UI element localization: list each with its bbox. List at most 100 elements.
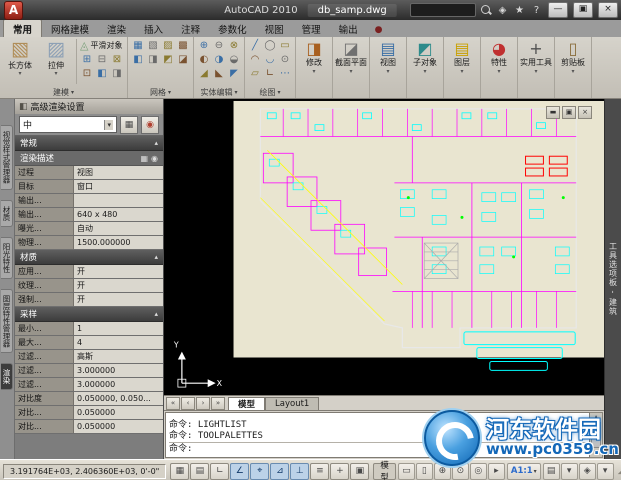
tool-icon[interactable]: ⊙ xyxy=(278,53,292,66)
render-description-header[interactable]: 渲染描述 ▦ ◉ xyxy=(15,151,163,166)
prev-layout-button[interactable]: ‹ xyxy=(181,397,195,410)
ribbon-tab[interactable]: 网格建模 xyxy=(42,20,98,37)
doc-restore-button[interactable]: ▣ xyxy=(562,106,576,119)
help-icon[interactable]: ? xyxy=(530,5,543,16)
status-icon[interactable]: ▭ xyxy=(398,463,415,480)
first-layout-button[interactable]: « xyxy=(166,397,180,410)
tool-icon[interactable]: ◨ xyxy=(146,53,160,66)
ribbon-tab[interactable]: 常用 xyxy=(3,19,42,37)
tool-icon[interactable]: ╱ xyxy=(248,39,262,52)
ribbon-panel-button[interactable]: + 实用工具 ▾ xyxy=(518,37,555,98)
doc-close-button[interactable]: × xyxy=(578,106,592,119)
ribbon-panel-button[interactable]: ◩ 子对象 ▾ xyxy=(407,37,444,98)
property-row[interactable]: 曝光... 自动 xyxy=(15,222,163,236)
property-value[interactable]: 0.050000 xyxy=(73,420,163,433)
status-toggle[interactable]: ∟ xyxy=(210,463,229,480)
property-value[interactable]: 高斯 xyxy=(73,350,163,363)
tool-icon[interactable]: ◧ xyxy=(131,53,145,66)
status-toggle[interactable]: ▤ xyxy=(190,463,209,480)
model-space-button[interactable]: 模型 xyxy=(373,463,396,480)
property-value[interactable]: 开 xyxy=(73,279,163,292)
tool-icon[interactable]: ◒ xyxy=(227,53,241,66)
ribbon-panel-button[interactable]: ▤ 视图 ▾ xyxy=(370,37,407,98)
panel-label-solid-editing[interactable]: 实体编辑 ▾ xyxy=(194,86,244,98)
property-value[interactable]: 1500.000000 xyxy=(73,236,163,249)
tool-icon[interactable]: ▨ xyxy=(161,39,175,52)
search-icon[interactable] xyxy=(480,4,492,16)
property-row[interactable]: 目标 窗口 xyxy=(15,180,163,194)
tool-icon[interactable]: ▭ xyxy=(278,39,292,52)
property-row[interactable]: 过程 视图 xyxy=(15,166,163,180)
panel-label-draw[interactable]: 绘图 ▾ xyxy=(245,86,295,98)
status-toggle[interactable]: + xyxy=(330,463,349,480)
close-button[interactable]: × xyxy=(598,2,618,18)
tool-icon[interactable]: ⊡ xyxy=(80,67,94,80)
tool-icon[interactable]: ⊕ xyxy=(197,39,211,52)
property-value[interactable] xyxy=(73,194,163,207)
tool-icon[interactable]: ◧ xyxy=(95,67,109,80)
tool-palette-strip[interactable]: 工具选项板 - 建筑 xyxy=(604,99,621,459)
tool-icon[interactable]: ◣ xyxy=(212,67,226,80)
tool-icon[interactable]: ◨ xyxy=(110,67,124,80)
palette-tab[interactable]: 视觉样式管理器 xyxy=(1,125,13,190)
ribbon-tab[interactable]: 管理 xyxy=(293,20,330,37)
property-row[interactable]: 对比度 0.050000, 0.050... xyxy=(15,392,163,406)
tool-icon[interactable]: ◑ xyxy=(212,53,226,66)
tool-icon[interactable]: ▩ xyxy=(176,39,190,52)
property-row[interactable]: 对比... 0.050000 xyxy=(15,420,163,434)
ribbon-tab[interactable]: 视图 xyxy=(256,20,293,37)
tool-palette-tab[interactable]: 工具选项板 - 建筑 xyxy=(608,242,619,316)
property-value[interactable]: 自动 xyxy=(73,222,163,235)
section-sampling-header[interactable]: 采样 ▴ xyxy=(15,307,163,322)
status-toggle[interactable]: ≡ xyxy=(310,463,329,480)
status-toggle[interactable]: ▣ xyxy=(350,463,369,480)
property-value[interactable]: 0.050000, 0.050... xyxy=(73,392,163,405)
tool-icon[interactable]: ⊖ xyxy=(212,39,226,52)
property-row[interactable]: 过滤... 3.000000 xyxy=(15,364,163,378)
ribbon-panel-button[interactable]: ◕ 特性 ▾ xyxy=(481,37,518,98)
status-toggle[interactable]: ⊿ xyxy=(270,463,289,480)
tool-icon[interactable]: ▦ xyxy=(131,39,145,52)
property-row[interactable]: 过滤... 3.000000 xyxy=(15,378,163,392)
tool-icon[interactable]: ⊗ xyxy=(227,39,241,52)
tool-icon[interactable]: ◢ xyxy=(197,67,211,80)
palette-tab[interactable]: 渲染 xyxy=(1,363,13,390)
property-row[interactable]: 最大... 4 xyxy=(15,336,163,350)
property-row[interactable]: 输出... 640 x 480 xyxy=(15,208,163,222)
communication-center-icon[interactable]: ◈ xyxy=(496,5,509,16)
coordinates-display[interactable]: 3.191764E+03, 2.406360E+03, 0'-0" xyxy=(3,464,166,479)
ribbon-panel-button[interactable]: ◨ 修改 ▾ xyxy=(296,37,333,98)
sphere-icon[interactable]: ● xyxy=(375,25,383,35)
ribbon-panel-button[interactable]: ▤ 图层 ▾ xyxy=(444,37,481,98)
panel-label-modeling[interactable]: 建模 ▾ xyxy=(0,86,127,98)
status-toggle[interactable]: ▦ xyxy=(170,463,189,480)
palette-tab[interactable]: 阳光特性 xyxy=(1,237,13,279)
property-row[interactable]: 过滤... 高斯 xyxy=(15,350,163,364)
property-value[interactable]: 640 x 480 xyxy=(73,208,163,221)
render-preset-select[interactable]: 中 ▾ xyxy=(19,116,117,133)
tool-icon[interactable]: ◤ xyxy=(227,67,241,80)
tool-icon[interactable]: ⋯ xyxy=(278,67,292,80)
palette-tab[interactable]: 图层特性管理器 xyxy=(1,289,13,354)
property-row[interactable]: 纹理... 开 xyxy=(15,279,163,293)
status-toggle[interactable]: ⌖ xyxy=(250,463,269,480)
tool-icon[interactable]: ◐ xyxy=(197,53,211,66)
property-row[interactable]: 应用... 开 xyxy=(15,265,163,279)
tool-icon[interactable]: ⊟ xyxy=(95,53,109,66)
ribbon-panel-button[interactable]: ◪ 截面平面 ▾ xyxy=(333,37,370,98)
layout-tab[interactable]: 模型 xyxy=(228,397,265,410)
tool-icon[interactable]: ◯ xyxy=(263,39,277,52)
panel-label-mesh[interactable]: 网格 ▾ xyxy=(128,86,193,98)
ribbon-tab[interactable]: 插入 xyxy=(135,20,172,37)
property-value[interactable]: 0.050000 xyxy=(73,406,163,419)
tool-icon[interactable]: ▱ xyxy=(248,67,262,80)
next-layout-button[interactable]: › xyxy=(196,397,210,410)
ribbon-tab[interactable]: 注释 xyxy=(172,20,209,37)
property-value[interactable]: 4 xyxy=(73,336,163,349)
render-button[interactable]: ◉ xyxy=(141,116,159,134)
doc-minimize-button[interactable]: ▬ xyxy=(546,106,560,119)
save-preset-button[interactable]: ▦ xyxy=(120,116,138,134)
tool-icon[interactable]: ◪ xyxy=(176,53,190,66)
tool-icon[interactable]: ◠ xyxy=(248,53,262,66)
property-value[interactable]: 视图 xyxy=(73,166,163,179)
